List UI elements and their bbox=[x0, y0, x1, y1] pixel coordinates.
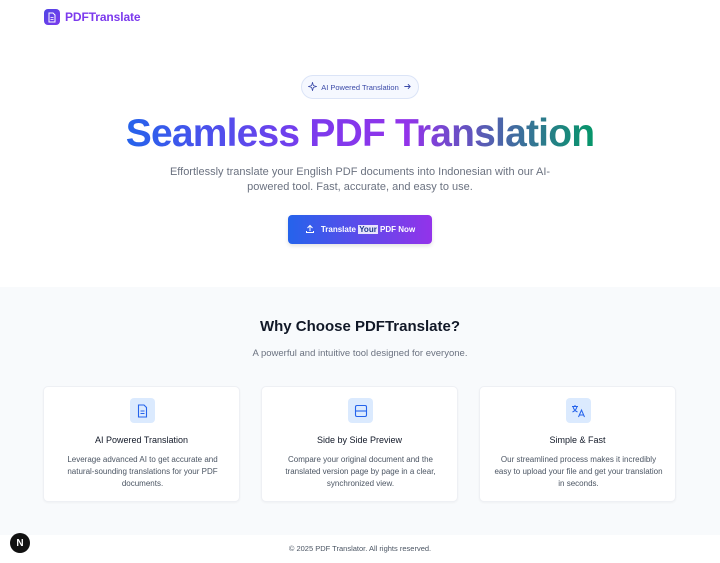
cta-label-start: Translate bbox=[320, 225, 359, 234]
feature-card-title: Side by Side Preview bbox=[316, 435, 403, 445]
feature-card-description: Leverage advanced AI to get accurate and… bbox=[67, 455, 218, 488]
feature-card-title: Simple & Fast bbox=[549, 435, 606, 445]
sparkle-icon bbox=[307, 80, 319, 93]
features-section: Why Choose PDFTranslate? A powerful and … bbox=[0, 287, 720, 535]
cta-label-highlight: Your bbox=[358, 225, 378, 234]
badge-label: AI Powered Translation bbox=[321, 82, 399, 92]
feature-card-title: AI Powered Translation bbox=[94, 435, 189, 445]
brand-logo[interactable]: PDFTranslate bbox=[44, 8, 141, 26]
brand-name: PDFTranslate bbox=[65, 10, 141, 24]
feature-card-description: Compare your original document and the t… bbox=[285, 455, 436, 488]
landing-page: PDFTranslate AI Powered Translation Seam… bbox=[0, 0, 720, 563]
feature-card-ai: AI Powered Translation Leverage advanced… bbox=[43, 386, 240, 502]
translate-pdf-button[interactable]: Translate Your PDF Now bbox=[288, 215, 432, 244]
document-icon bbox=[44, 9, 60, 25]
arrow-right-icon bbox=[403, 82, 412, 93]
hero-title: Seamless PDF Translation bbox=[0, 110, 720, 158]
upload-icon bbox=[305, 224, 315, 236]
features-subtitle: A powerful and intuitive tool designed f… bbox=[252, 348, 468, 359]
translate-icon bbox=[566, 398, 591, 423]
footer-copyright: © 2025 PDF Translator. All rights reserv… bbox=[288, 544, 432, 553]
document-icon bbox=[130, 398, 155, 423]
features-title: Why Choose PDFTranslate? bbox=[259, 318, 461, 335]
hero-title-text: Seamless PDF Translation bbox=[125, 112, 595, 155]
cta-label: Translate Your PDF Now bbox=[321, 225, 415, 234]
ai-powered-badge[interactable]: AI Powered Translation bbox=[301, 75, 419, 99]
feature-card-preview: Side by Side Preview Compare your origin… bbox=[261, 386, 458, 502]
feature-card-simple: Simple & Fast Our streamlined process ma… bbox=[479, 386, 676, 502]
feature-card-description: Our streamlined process makes it incredi… bbox=[494, 455, 663, 488]
split-view-icon bbox=[348, 398, 373, 423]
cta-label-end: PDF Now bbox=[377, 225, 416, 234]
hero-subtitle: Effortlessly translate your English PDF … bbox=[169, 166, 551, 193]
